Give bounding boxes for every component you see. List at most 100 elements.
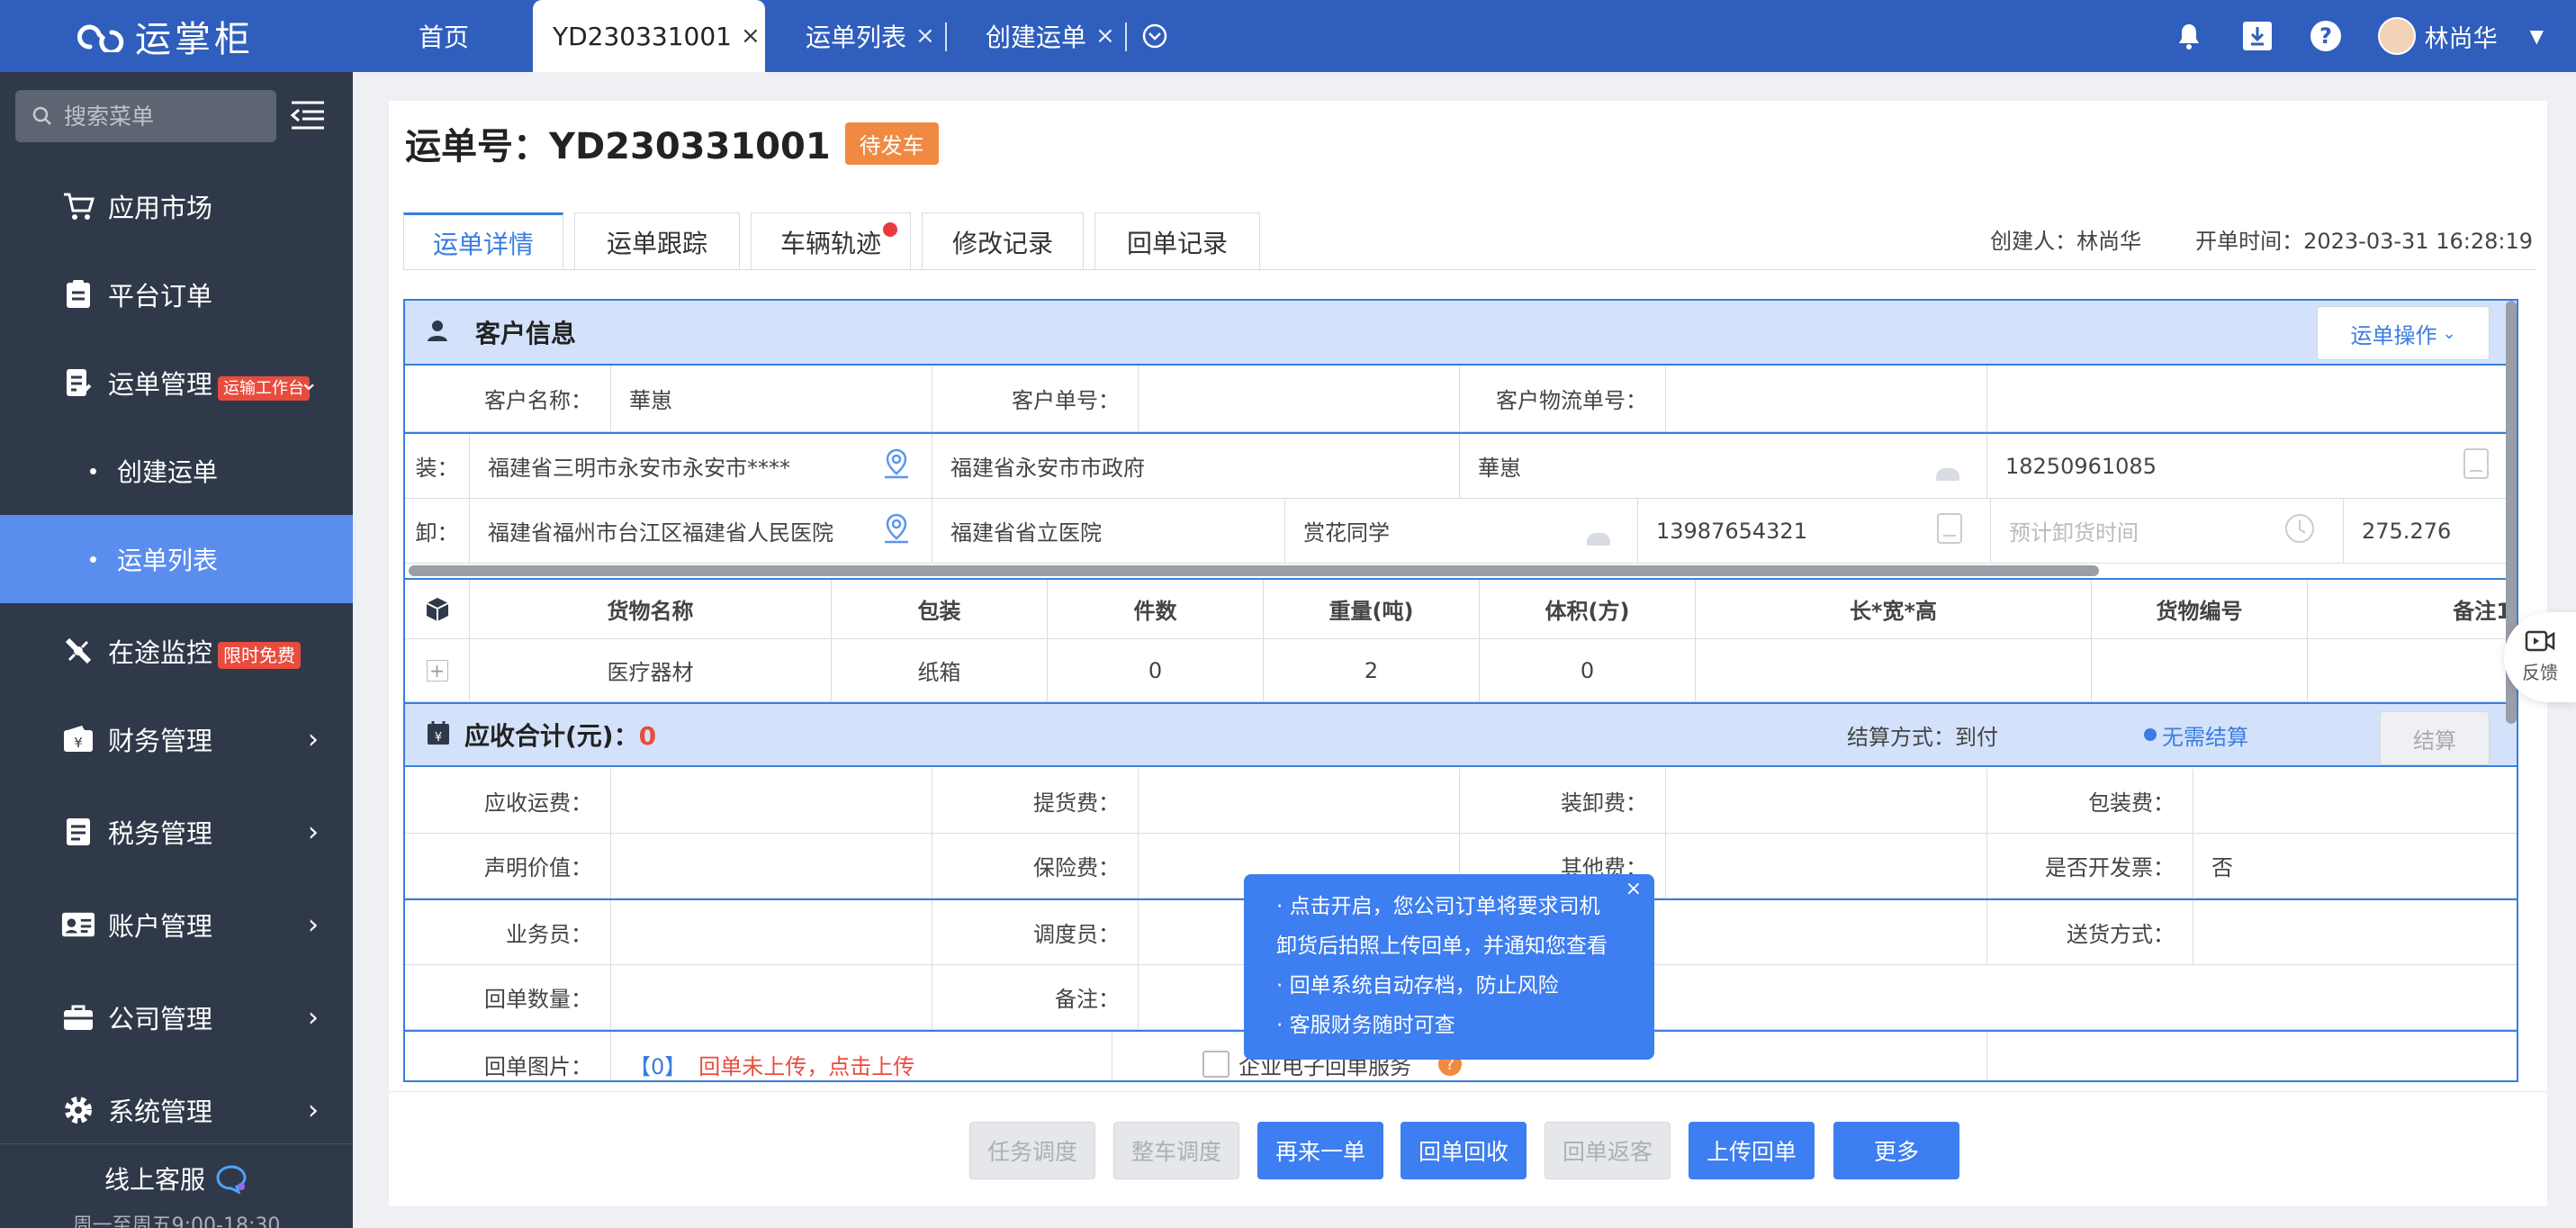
tab-home[interactable]: 首页: [419, 0, 469, 72]
status-badge: 待发车: [844, 122, 939, 165]
task-dispatch-button[interactable]: 任务调度: [969, 1122, 1095, 1179]
unload-address-text: 福建省福州市台江区福建省人民医院: [488, 520, 833, 546]
avatar[interactable]: [2377, 17, 2416, 55]
tab-tracking[interactable]: 运单跟踪: [574, 212, 740, 270]
load-contact-text: 華崽: [1478, 456, 1521, 481]
invoice-value[interactable]: 否: [2193, 834, 2517, 898]
vehicle-dispatch-button[interactable]: 整车调度: [1113, 1122, 1239, 1179]
more-button[interactable]: 更多: [1833, 1122, 1959, 1179]
sidebar-subitem-waybill-list[interactable]: 运单列表: [0, 515, 353, 603]
unload-address[interactable]: 福建省福州市台江区福建省人民医院: [470, 499, 932, 563]
tab-waybill-detail[interactable]: YD230331001 ×: [533, 0, 765, 72]
goods-table-header: 货物名称 包装 件数 重量(吨) 体积(方) 长*宽*高 货物编号 备注1: [405, 580, 2517, 639]
clipboard-icon: [61, 277, 95, 312]
sidebar-item-account[interactable]: 账户管理 ›: [0, 880, 353, 969]
menu-search[interactable]: [15, 90, 276, 142]
tab-receipt-log[interactable]: 回单记录: [1094, 212, 1260, 270]
receipt-return-button[interactable]: 回单返客: [1545, 1122, 1671, 1179]
sidebar-item-label: 账户管理: [108, 911, 213, 942]
phone-book-icon[interactable]: [1936, 512, 1963, 550]
location-pin-icon[interactable]: [881, 447, 912, 485]
load-detail-address[interactable]: 福建省永安市市政府: [932, 434, 1460, 498]
sidebar-item-label-group: 在途监控 限时免费: [108, 632, 302, 670]
salesman-value[interactable]: [611, 900, 932, 964]
load-address[interactable]: 福建省三明市永安市永安市****: [470, 434, 932, 498]
goods-dimensions: [1696, 639, 2092, 701]
tab-waybill-list[interactable]: 运单列表 ×: [806, 0, 935, 72]
reorder-button[interactable]: 再来一单: [1257, 1122, 1383, 1179]
close-icon[interactable]: ×: [1626, 878, 1642, 901]
customer-info-row: 客户名称： 華崽 客户单号： 客户物流单号：: [405, 366, 2517, 432]
tabs-more-icon[interactable]: [1141, 0, 1168, 72]
tab-detail[interactable]: 运单详情: [403, 212, 563, 270]
unload-contact[interactable]: 赏花同学: [1285, 499, 1638, 563]
sidebar-item-finance[interactable]: ¥ 财务管理 ›: [0, 695, 353, 783]
upload-receipt-button[interactable]: 上传回单: [1689, 1122, 1815, 1179]
sidebar-item-tax[interactable]: 税务管理 ›: [0, 788, 353, 876]
tooltip-line: · 客服财务随时可查: [1276, 1014, 1455, 1037]
unload-detail-address[interactable]: 福建省省立医院: [932, 499, 1285, 563]
sidebar-subitem-create-waybill[interactable]: 创建运单: [0, 427, 353, 515]
search-input[interactable]: [64, 103, 262, 130]
phone-book-icon[interactable]: [2463, 447, 2490, 485]
status-badge: 运输工作台: [218, 376, 311, 401]
tab-create-waybill[interactable]: 创建运单 ×: [986, 0, 1115, 72]
close-icon[interactable]: ×: [1095, 23, 1115, 50]
close-icon[interactable]: ×: [741, 23, 761, 50]
sidebar-item-label: 运单管理: [108, 369, 213, 400]
tab-modify-log[interactable]: 修改记录: [922, 212, 1084, 270]
action-bar: 任务调度 整车调度 再来一单 回单回收 回单返客 上传回单 更多: [389, 1091, 2547, 1206]
sidebar-item-company[interactable]: 公司管理 ›: [0, 973, 353, 1061]
unload-phone[interactable]: 13987654321: [1638, 499, 1991, 563]
customer-name-value: 華崽: [611, 366, 932, 431]
collapse-menu-icon[interactable]: [290, 99, 326, 135]
sidebar-item-platform-orders[interactable]: 平台订单: [0, 250, 353, 339]
help-icon[interactable]: ?: [2310, 20, 2342, 52]
load-phone[interactable]: 18250961085: [1987, 434, 2517, 498]
close-icon[interactable]: ×: [915, 23, 935, 50]
customer-name-label: 客户名称：: [405, 366, 611, 431]
sidebar-item-system[interactable]: 系统管理 ›: [0, 1066, 353, 1154]
horizontal-scrollbar[interactable]: [409, 565, 2099, 576]
waybill-operation-button[interactable]: 运单操作 ⌄: [2317, 306, 2490, 360]
settle-button[interactable]: 结算: [2380, 711, 2490, 765]
creator-value: 林尚华: [2076, 229, 2142, 254]
app-logo[interactable]: 运掌柜: [77, 11, 254, 61]
unload-time-input[interactable]: 预计卸货时间: [1991, 499, 2344, 563]
location-pin-icon[interactable]: [881, 512, 912, 550]
checkbox[interactable]: [1202, 1051, 1229, 1078]
sidebar-item-waybill-management[interactable]: 运单管理 运输工作台 ⌄: [0, 339, 353, 427]
tab-vehicle-track[interactable]: 车辆轨迹: [751, 212, 911, 270]
handling-fee-value[interactable]: [1666, 769, 1987, 833]
receipt-upload-link[interactable]: 【0】 回单未上传，点击上传: [611, 1032, 1112, 1080]
online-service[interactable]: 线上客服 周一至周五9:00-18:30: [0, 1143, 353, 1228]
sidebar-item-app-market[interactable]: 应用市场: [0, 162, 353, 250]
page-header: 运单号：YD230331001 待发车: [405, 117, 939, 169]
freight-value[interactable]: [611, 769, 932, 833]
customer-order-no-value: [1139, 366, 1460, 431]
user-name[interactable]: 林尚华: [2425, 19, 2498, 54]
goods-header-cell: 重量(吨): [1264, 580, 1480, 638]
bell-icon[interactable]: [2173, 20, 2205, 52]
svg-text:¥: ¥: [435, 731, 442, 745]
packing-fee-value[interactable]: [2193, 769, 2517, 833]
pickup-fee-value[interactable]: [1139, 769, 1460, 833]
open-time-field: 开单时间：2023-03-31 16:28:19: [2195, 223, 2533, 255]
receipt-recover-button[interactable]: 回单回收: [1401, 1122, 1527, 1179]
download-icon[interactable]: [2241, 20, 2274, 52]
section-title: 应收合计(元)：0: [464, 717, 656, 753]
clock-icon[interactable]: [2283, 512, 2316, 550]
receipt-service-tooltip[interactable]: × · 点击开启，您公司订单将要求司机 卸货后拍照上传回单，并通知您查看 · 回…: [1244, 874, 1654, 1060]
load-contact[interactable]: 華崽: [1460, 434, 1987, 498]
yen-calendar-icon: ¥: [427, 720, 450, 749]
declared-value[interactable]: [611, 834, 932, 898]
goods-count: 0: [1048, 639, 1264, 701]
chevron-down-icon[interactable]: ▼: [2530, 25, 2544, 47]
sidebar-item-transit-monitoring[interactable]: 在途监控 限时免费: [0, 607, 353, 695]
expand-row-icon[interactable]: +: [405, 639, 470, 701]
receipt-count-value[interactable]: [611, 965, 932, 1029]
other-fee-value[interactable]: [1666, 834, 1987, 898]
delivery-method-value[interactable]: [2193, 900, 2517, 964]
receivable-title: 应收合计(元)：: [464, 721, 639, 751]
handling-fee-label: 装卸费：: [1460, 769, 1666, 833]
